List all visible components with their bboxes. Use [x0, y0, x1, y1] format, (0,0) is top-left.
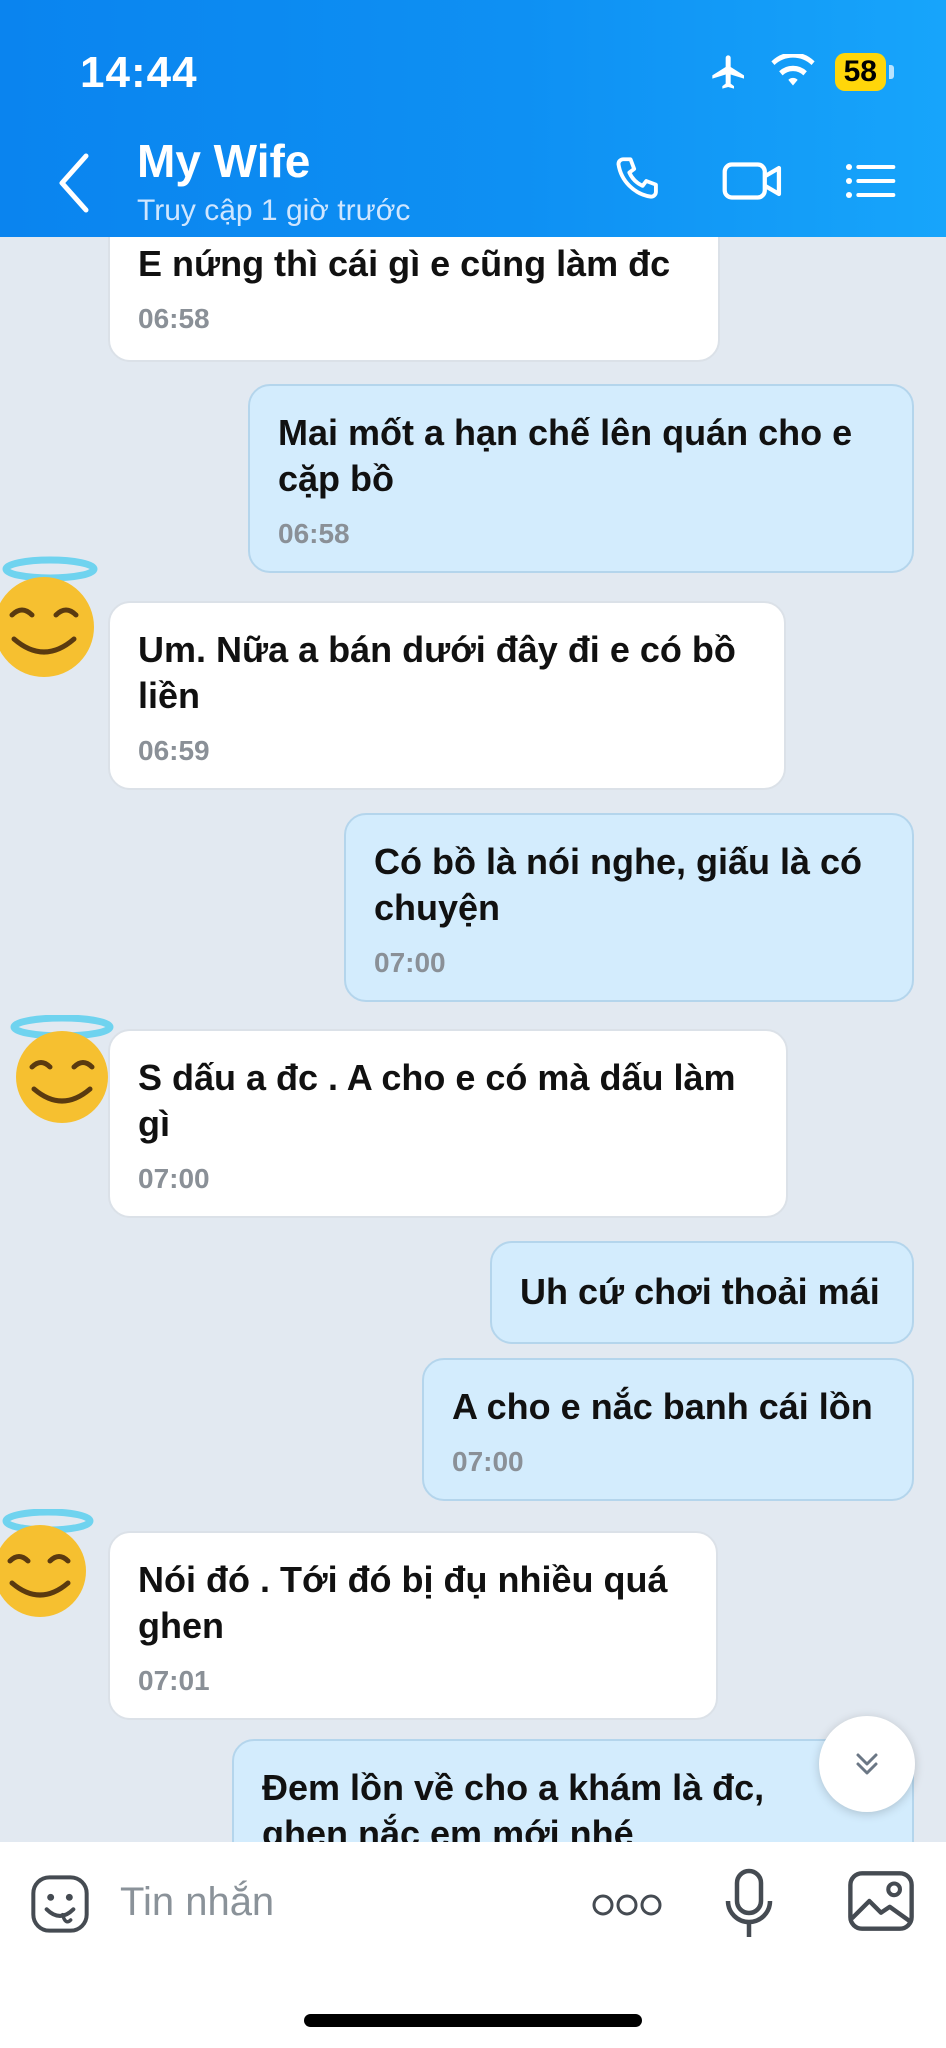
phone-icon[interactable]	[610, 150, 668, 212]
contact-status: Truy cập 1 giờ trước	[137, 194, 411, 227]
halo-smile-emoji-avatar[interactable]	[0, 1509, 96, 1619]
battery-level: 58	[834, 53, 886, 91]
message-incoming[interactable]: Um. Nữa a bán dưới đây đi e có bồ liền 0…	[108, 601, 786, 790]
message-text: Mai mốt a hạn chế lên quán cho e cặp bồ	[278, 412, 853, 499]
message-text: Nói đó . Tới đó bị đụ nhiều quá ghen	[138, 1559, 668, 1646]
message-time: 06:58	[138, 303, 210, 334]
message-outgoing[interactable]: Đem lồn về cho a khám là đc, ghen nắc em…	[232, 1739, 914, 1842]
chat-header: 14:44 58 My Wife Truy cập 1 giờ trước	[0, 0, 946, 237]
message-text: Um. Nữa a bán dưới đây đi e có bồ liền	[138, 629, 736, 716]
message-incoming[interactable]: Nói đó . Tới đó bị đụ nhiều quá ghen 07:…	[108, 1531, 718, 1720]
message-text: Đem lồn về cho a khám là đc, ghen nắc em…	[262, 1767, 765, 1842]
message-time: 06:59	[138, 735, 210, 766]
wifi-icon	[771, 54, 815, 86]
message-time: 07:01	[138, 1665, 210, 1696]
home-indicator	[304, 2014, 642, 2027]
halo-smile-emoji-avatar[interactable]	[0, 555, 104, 683]
message-time: 07:00	[374, 947, 446, 978]
contact-name[interactable]: My Wife	[137, 134, 310, 188]
battery-indicator: 58	[834, 53, 894, 91]
video-call-icon[interactable]	[720, 150, 786, 212]
message-outgoing[interactable]: Uh cứ chơi thoải mái	[490, 1241, 914, 1344]
airplane-icon	[711, 55, 744, 89]
status-icons: 58	[707, 52, 894, 92]
scroll-to-bottom-button[interactable]	[819, 1716, 915, 1812]
double-chevron-down-icon	[856, 1753, 878, 1775]
message-incoming[interactable]: E nứng thì cái gì e cũng làm đc 06:58	[108, 237, 720, 362]
message-outgoing[interactable]: A cho e nắc banh cái lồn 07:00	[422, 1358, 914, 1501]
message-incoming[interactable]: S dấu a đc . A cho e có mà dấu làm gì 07…	[108, 1029, 788, 1218]
message-list[interactable]: E nứng thì cái gì e cũng làm đc 06:58 Ma…	[0, 237, 946, 1842]
message-text: Uh cứ chơi thoải mái	[520, 1271, 880, 1312]
message-outgoing[interactable]: Có bồ là nói nghe, giấu là có chuyện 07:…	[344, 813, 914, 1002]
message-text: S dấu a đc . A cho e có mà dấu làm gì	[138, 1057, 736, 1144]
message-time: 07:00	[138, 1163, 210, 1194]
message-text: A cho e nắc banh cái lồn	[452, 1386, 873, 1427]
message-input[interactable]: Tin nhắn	[120, 1880, 274, 1925]
message-text: E nứng thì cái gì e cũng làm đc	[138, 243, 671, 284]
message-time: 07:00	[452, 1446, 524, 1477]
message-composer: Tin nhắn	[0, 1842, 946, 2048]
microphone-icon[interactable]	[722, 1868, 776, 1940]
menu-list-icon[interactable]	[842, 150, 898, 212]
status-time: 14:44	[80, 48, 198, 97]
more-options-icon[interactable]	[592, 1892, 662, 1918]
message-text: Có bồ là nói nghe, giấu là có chuyện	[374, 841, 863, 928]
back-icon[interactable]	[52, 150, 96, 216]
image-gallery-icon[interactable]	[846, 1868, 916, 1934]
sticker-emoji-icon[interactable]	[28, 1872, 92, 1936]
message-outgoing[interactable]: Mai mốt a hạn chế lên quán cho e cặp bồ …	[248, 384, 914, 573]
halo-smile-emoji-avatar[interactable]	[6, 1015, 118, 1125]
message-time: 06:58	[278, 518, 350, 549]
